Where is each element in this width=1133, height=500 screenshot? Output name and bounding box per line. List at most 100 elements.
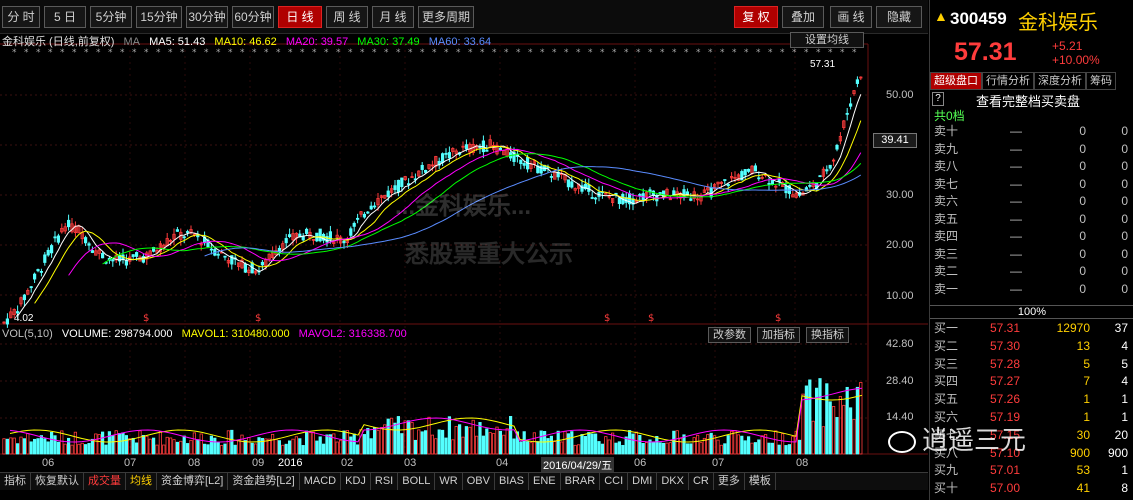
adjustment-marker[interactable]: $ [604,313,610,324]
event-marker[interactable]: * [768,48,773,58]
indicator-tab[interactable]: 均线 [126,473,157,491]
event-marker[interactable]: * [36,48,41,58]
event-marker[interactable]: * [504,48,509,58]
buy-row[interactable]: 买一 57.31 12970 37 [930,320,1133,337]
period-button-minute[interactable]: 分 时 [2,6,40,28]
indicator-tab[interactable]: 更多 [714,473,745,491]
adjustment-marker[interactable]: $ [143,313,149,324]
event-marker[interactable]: * [732,48,737,58]
indicator-tab[interactable]: BRAR [561,473,601,491]
event-marker[interactable]: * [540,48,545,58]
event-marker[interactable]: * [624,48,629,58]
ma-settings-button[interactable]: 设置均线 [790,32,864,48]
kline-chart-area[interactable]: * * * * * * * * * * * * * * * * * * * * * * * * * * * * * * * * * * * * * * * *… [0,32,928,500]
event-marker[interactable]: * [804,48,809,58]
tab-market-analysis[interactable]: 行情分析 [982,72,1034,90]
event-marker[interactable]: * [204,48,209,58]
event-marker[interactable]: * [432,48,437,58]
event-marker[interactable]: * [288,48,293,58]
period-button-monthly[interactable]: 月 线 [372,6,414,28]
event-marker[interactable]: * [240,48,245,58]
indicator-tab[interactable]: DMI [628,473,658,491]
event-marker[interactable]: * [840,48,845,58]
event-marker[interactable]: * [72,48,77,58]
event-marker[interactable]: * [660,48,665,58]
event-marker[interactable]: * [672,48,677,58]
buy-row[interactable]: 买二 57.30 13 4 [930,338,1133,355]
event-marker[interactable]: * [60,48,65,58]
event-marker[interactable]: * [516,48,521,58]
event-marker[interactable]: * [684,48,689,58]
event-marker[interactable]: * [648,48,653,58]
event-marker[interactable]: * [192,48,197,58]
adjustment-marker[interactable]: $ [648,313,654,324]
event-marker[interactable]: * [348,48,353,58]
edit-params-button[interactable]: 改参数 [708,327,751,343]
adjust-button[interactable]: 复 权 [734,6,778,28]
event-marker[interactable]: * [336,48,341,58]
event-marker[interactable]: * [372,48,377,58]
indicator-tab[interactable]: BIAS [495,473,530,491]
event-marker[interactable]: * [492,48,497,58]
buy-row[interactable]: 买四 57.27 7 4 [930,373,1133,390]
period-button-5day[interactable]: 5 日 [44,6,86,28]
tab-super-orderbook[interactable]: 超级盘口 [930,72,982,90]
indicator-tab[interactable]: 资金趋势[L2] [228,473,300,491]
event-marker[interactable]: * [852,48,857,58]
indicator-tab[interactable]: KDJ [341,473,371,491]
event-marker[interactable]: * [264,48,269,58]
event-marker[interactable]: * [564,48,569,58]
add-indicator-button[interactable]: 加指标 [757,327,800,343]
sell-row[interactable]: 卖四 — 0 0 [930,228,1133,245]
help-icon[interactable]: ? [932,92,944,106]
event-marker[interactable]: * [180,48,185,58]
event-marker[interactable]: * [324,48,329,58]
overlay-button[interactable]: 叠加 [782,6,824,28]
indicator-tab[interactable]: 模板 [745,473,776,491]
event-marker[interactable]: * [576,48,581,58]
event-marker[interactable]: * [708,48,713,58]
hide-button[interactable]: 隐藏 [876,6,922,28]
indicator-tab[interactable]: CCI [600,473,629,491]
event-marker[interactable]: * [156,48,161,58]
indicator-tab[interactable]: WR [435,473,463,491]
event-marker[interactable]: * [600,48,605,58]
event-marker[interactable]: * [468,48,473,58]
event-marker[interactable]: * [108,48,113,58]
event-marker[interactable]: * [816,48,821,58]
event-marker[interactable]: * [588,48,593,58]
indicator-tab[interactable]: 资金博弈[L2] [157,473,229,491]
period-button-5min[interactable]: 5分钟 [90,6,132,28]
event-marker[interactable]: * [756,48,761,58]
event-marker[interactable]: * [456,48,461,58]
event-marker[interactable]: * [408,48,413,58]
sell-row[interactable]: 卖五 — 0 0 [930,211,1133,228]
sell-row[interactable]: 卖三 — 0 0 [930,246,1133,263]
event-marker[interactable]: * [396,48,401,58]
event-marker[interactable]: * [384,48,389,58]
full-orderbook-link[interactable]: 查看完整档买卖盘 [976,91,1080,110]
event-marker[interactable]: * [744,48,749,58]
indicator-tab[interactable]: MACD [300,473,342,491]
switch-indicator-button[interactable]: 换指标 [806,327,849,343]
event-marker[interactable]: * [636,48,641,58]
indicator-tab[interactable]: RSI [371,473,399,491]
sell-row[interactable]: 卖十 — 0 0 [930,123,1133,140]
event-marker[interactable]: * [528,48,533,58]
indicator-tab[interactable]: ENE [529,473,561,491]
tab-chips[interactable]: 筹码 [1086,72,1116,90]
period-button-daily[interactable]: 日 线 [278,6,322,28]
event-marker[interactable]: * [360,48,365,58]
event-marker[interactable]: * [96,48,101,58]
more-periods-button[interactable]: 更多周期 [418,6,474,28]
sell-row[interactable]: 卖七 — 0 0 [930,176,1133,193]
event-marker[interactable]: * [132,48,137,58]
scroll-up-icon[interactable]: ▲ [934,8,948,24]
period-button-weekly[interactable]: 周 线 [326,6,368,28]
event-marker[interactable]: * [300,48,305,58]
event-marker[interactable]: * [792,48,797,58]
event-marker[interactable]: * [552,48,557,58]
event-marker[interactable]: * [276,48,281,58]
event-marker[interactable]: * [252,48,257,58]
indicator-tab[interactable]: 恢复默认 [31,473,84,491]
